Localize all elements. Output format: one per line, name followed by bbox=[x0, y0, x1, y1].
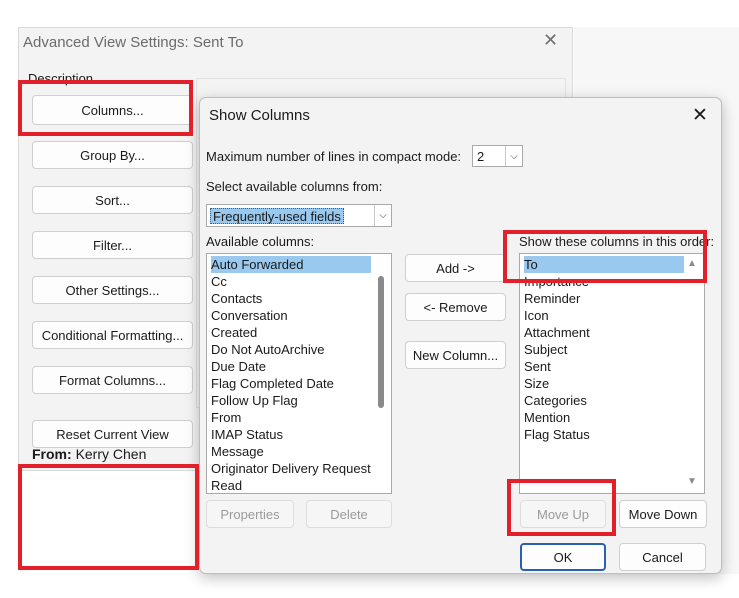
highlight-box-empty bbox=[18, 464, 199, 570]
list-item[interactable]: Follow Up Flag bbox=[211, 392, 298, 409]
list-item[interactable]: Size bbox=[524, 375, 549, 392]
new-column-button[interactable]: New Column... bbox=[405, 341, 506, 369]
other-settings-button[interactable]: Other Settings... bbox=[32, 276, 193, 304]
field-set-select[interactable]: Frequently-used fields ⌵ bbox=[206, 204, 392, 227]
conditional-formatting-button[interactable]: Conditional Formatting... bbox=[32, 321, 193, 349]
chevron-down-icon[interactable]: ⌵ bbox=[374, 205, 391, 226]
list-item[interactable]: Auto Forwarded bbox=[211, 256, 371, 273]
chevron-down-icon[interactable]: ⌵ bbox=[505, 146, 522, 166]
list-item[interactable]: Contacts bbox=[211, 290, 262, 307]
highlight-box-show-columns bbox=[503, 230, 707, 283]
list-item[interactable]: Due Date bbox=[211, 358, 266, 375]
cancel-button[interactable]: Cancel bbox=[619, 543, 706, 571]
properties-button[interactable]: Properties bbox=[206, 500, 294, 528]
group-by-button[interactable]: Group By... bbox=[32, 141, 193, 169]
reset-current-view-button[interactable]: Reset Current View bbox=[32, 420, 193, 448]
filter-button[interactable]: Filter... bbox=[32, 231, 193, 259]
remove-button[interactable]: <- Remove bbox=[405, 293, 506, 321]
available-columns-label: Available columns: bbox=[206, 234, 315, 249]
list-item[interactable]: Created bbox=[211, 324, 257, 341]
scroll-down-arrow-icon[interactable]: ▼ bbox=[687, 476, 697, 487]
list-item[interactable]: Conversation bbox=[211, 307, 288, 324]
from-value: Kerry Chen bbox=[75, 446, 147, 462]
list-item[interactable]: Mention bbox=[524, 409, 570, 426]
dialog-title: Show Columns bbox=[209, 107, 310, 124]
field-set-value: Frequently-used fields bbox=[210, 208, 344, 224]
move-down-button[interactable]: Move Down bbox=[619, 500, 707, 528]
list-item[interactable]: Flag Status bbox=[524, 426, 590, 443]
shown-columns-list[interactable]: To Importance Reminder Icon Attachment S… bbox=[519, 253, 705, 494]
max-lines-select[interactable]: 2 ⌵ bbox=[472, 145, 523, 167]
select-from-label: Select available columns from: bbox=[206, 179, 383, 194]
list-item[interactable]: Sent bbox=[524, 358, 551, 375]
list-item[interactable]: Originator Delivery Request bbox=[211, 460, 371, 477]
list-item[interactable]: Cc bbox=[211, 273, 227, 290]
list-item[interactable]: IMAP Status bbox=[211, 426, 283, 443]
scrollbar-thumb[interactable] bbox=[378, 276, 384, 408]
sort-button[interactable]: Sort... bbox=[32, 186, 193, 214]
list-item[interactable]: Icon bbox=[524, 307, 549, 324]
close-icon[interactable]: ✕ bbox=[692, 104, 708, 127]
list-item[interactable]: Flag Completed Date bbox=[211, 375, 334, 392]
list-item[interactable]: From bbox=[211, 409, 241, 426]
from-line: From: Kerry Chen bbox=[32, 446, 146, 462]
list-item[interactable]: Categories bbox=[524, 392, 587, 409]
window-title: Advanced View Settings: Sent To bbox=[23, 34, 244, 51]
delete-button[interactable]: Delete bbox=[306, 500, 392, 528]
ok-button[interactable]: OK bbox=[520, 543, 606, 571]
list-item[interactable]: Read bbox=[211, 477, 242, 493]
available-columns-list[interactable]: Auto Forwarded Cc Contacts Conversation … bbox=[206, 253, 392, 494]
add-button[interactable]: Add -> bbox=[405, 254, 506, 282]
list-item[interactable]: Message bbox=[211, 443, 264, 460]
close-icon[interactable]: ✕ bbox=[543, 30, 558, 51]
list-item[interactable]: Attachment bbox=[524, 324, 590, 341]
list-item[interactable]: Do Not AutoArchive bbox=[211, 341, 324, 358]
max-lines-value: 2 bbox=[477, 149, 485, 164]
format-columns-button[interactable]: Format Columns... bbox=[32, 366, 193, 394]
highlight-box-move-up bbox=[507, 479, 616, 536]
max-lines-label: Maximum number of lines in compact mode: bbox=[206, 149, 462, 164]
from-label: From: bbox=[32, 446, 72, 462]
list-item[interactable]: Reminder bbox=[524, 290, 580, 307]
highlight-box-columns bbox=[18, 80, 193, 136]
list-item[interactable]: Subject bbox=[524, 341, 567, 358]
